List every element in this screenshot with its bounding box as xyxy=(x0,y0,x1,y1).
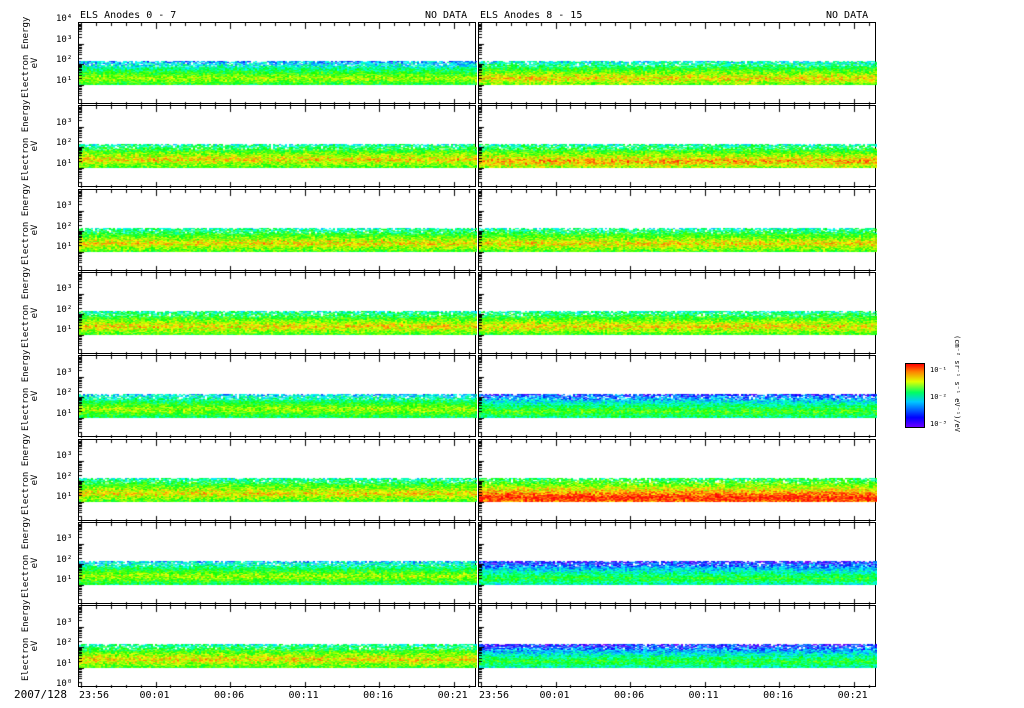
spectrogram-image xyxy=(479,106,877,189)
spectrogram-image xyxy=(79,606,477,689)
left-column-title: ELS Anodes 0 - 7 xyxy=(80,10,177,21)
spectrogram-panel-c0-r2 xyxy=(78,188,477,272)
y-tick-label: 10¹ xyxy=(56,575,73,586)
y-tick-label: 10⁴ xyxy=(56,14,73,24)
y-axis-label: Electron Energy eV xyxy=(21,433,40,514)
colorbar-tick-bottom: 10⁻³ xyxy=(930,420,947,428)
spectrogram-panel-c1-r7 xyxy=(478,605,877,689)
y-tick-label: 10¹ xyxy=(56,658,73,669)
y-tick-label: 10³ xyxy=(56,284,73,295)
y-tick-label: 10³ xyxy=(56,451,73,461)
spectrogram-panel-c1-r0 xyxy=(478,22,877,105)
spectrogram-panel-c1-r4 xyxy=(478,355,877,439)
y-axis-label: Electron Energy eV xyxy=(21,17,40,98)
y-tick-label: 10³ xyxy=(56,367,73,378)
x-tick-label: 00:21 xyxy=(437,690,468,701)
colorbar xyxy=(905,363,925,428)
y-tick-label: 10¹ xyxy=(56,158,73,169)
x-tick-label: 00:16 xyxy=(363,690,394,701)
date-label: 2007/128 xyxy=(14,688,67,701)
spectrogram-panel-c1-r3 xyxy=(478,271,877,355)
colorbar-label: (cm⁻² sr⁻¹ s⁻¹ eV⁻¹)/eV xyxy=(953,335,961,432)
y-tick-label: 10¹ xyxy=(56,75,73,86)
right-no-data-label: NO DATA xyxy=(826,10,869,21)
y-axis-unit: eV xyxy=(30,224,40,236)
y-axis-unit: eV xyxy=(30,57,40,69)
y-axis-unit: eV xyxy=(30,474,40,485)
y-tick-label: 10³ xyxy=(56,201,73,212)
x-tick-label: 23:56 xyxy=(78,690,110,701)
y-tick-label: 10³ xyxy=(56,617,73,628)
y-axis-unit: eV xyxy=(30,307,40,319)
y-tick-label: 10¹ xyxy=(56,242,73,253)
spectrogram-image xyxy=(79,272,477,355)
colorbar-tick-mid: 10⁻² xyxy=(930,393,947,401)
spectrogram-image xyxy=(479,23,877,105)
y-tick-label: 10² xyxy=(56,554,73,565)
y-axis-label: Electron Energy eV xyxy=(21,267,40,348)
spectrogram-image xyxy=(79,189,477,272)
y-tick-label: 10¹ xyxy=(56,492,73,502)
y-tick-label: 10² xyxy=(56,138,73,149)
x-tick-label: 00:21 xyxy=(837,690,868,701)
spectrogram-image xyxy=(79,356,477,439)
spectrogram-panel-c0-r3 xyxy=(78,271,477,355)
spectrogram-panel-c0-r6 xyxy=(78,521,477,605)
y-axis-unit: eV xyxy=(30,140,40,152)
x-tick-label: 23:56 xyxy=(478,690,510,701)
right-column-title: ELS Anodes 8 - 15 xyxy=(480,10,583,21)
spectrogram-panel-c0-r1 xyxy=(78,105,477,189)
spectrogram-image xyxy=(479,606,877,689)
spectrogram-panel-c0-r0 xyxy=(78,22,477,105)
spectrogram-image xyxy=(79,23,477,105)
y-tick-label: 10³ xyxy=(56,34,73,45)
y-axis-label: Electron Energy eV xyxy=(21,600,40,681)
y-tick-label: 10² xyxy=(56,221,73,232)
left-no-data-label: NO DATA xyxy=(425,10,468,21)
colorbar-tick-top: 10⁻¹ xyxy=(930,366,947,374)
y-tick-label: 10¹ xyxy=(56,408,73,419)
spectrogram-panel-c1-r1 xyxy=(478,105,877,189)
y-axis-label: Electron Energy eV xyxy=(21,517,40,598)
y-tick-label: 10² xyxy=(56,638,73,649)
y-axis-label: Electron Energy eV xyxy=(21,100,40,181)
y-tick-label: 10² xyxy=(56,471,73,482)
spectrogram-panel-c1-r6 xyxy=(478,521,877,605)
x-tick-label: 00:11 xyxy=(688,690,719,701)
spectrogram-image xyxy=(79,522,477,605)
x-tick-label: 00:06 xyxy=(614,690,645,701)
spectrogram-image xyxy=(79,439,477,522)
y-tick-label: 10³ xyxy=(56,534,73,545)
spectrogram-panel-c1-r2 xyxy=(478,188,877,272)
y-tick-label: 10² xyxy=(56,55,73,65)
x-tick-label: 00:16 xyxy=(763,690,794,701)
x-tick-label: 00:11 xyxy=(288,690,319,701)
y-axis-label: Electron Energy eV xyxy=(21,183,40,264)
y-tick-label: 10² xyxy=(56,388,73,399)
spectrogram-image xyxy=(79,106,477,189)
x-tick-label: 00:01 xyxy=(139,690,170,701)
y-axis-unit: eV xyxy=(30,557,40,569)
spectrogram-image xyxy=(479,356,877,439)
spectrogram-image xyxy=(479,189,877,272)
x-tick-label: 00:01 xyxy=(539,690,570,701)
spectrogram-image xyxy=(479,439,877,522)
x-tick-label: 00:06 xyxy=(214,690,245,701)
y-tick-label: 10² xyxy=(56,304,73,315)
spectrogram-panel-c0-r4 xyxy=(78,355,477,439)
y-axis-label: Electron Energy eV xyxy=(21,350,40,431)
spectrogram-panel-c1-r5 xyxy=(478,438,877,522)
y-tick-label: 10³ xyxy=(56,117,73,128)
spectrogram-image xyxy=(479,522,877,605)
spectrogram-image xyxy=(479,272,877,355)
y-axis-unit: eV xyxy=(30,390,40,402)
spectrogram-panel-c0-r5 xyxy=(78,438,477,522)
y-axis-unit: eV xyxy=(30,640,40,652)
y-tick-label: 10¹ xyxy=(56,325,73,336)
spectrogram-panel-c0-r7 xyxy=(78,605,477,689)
